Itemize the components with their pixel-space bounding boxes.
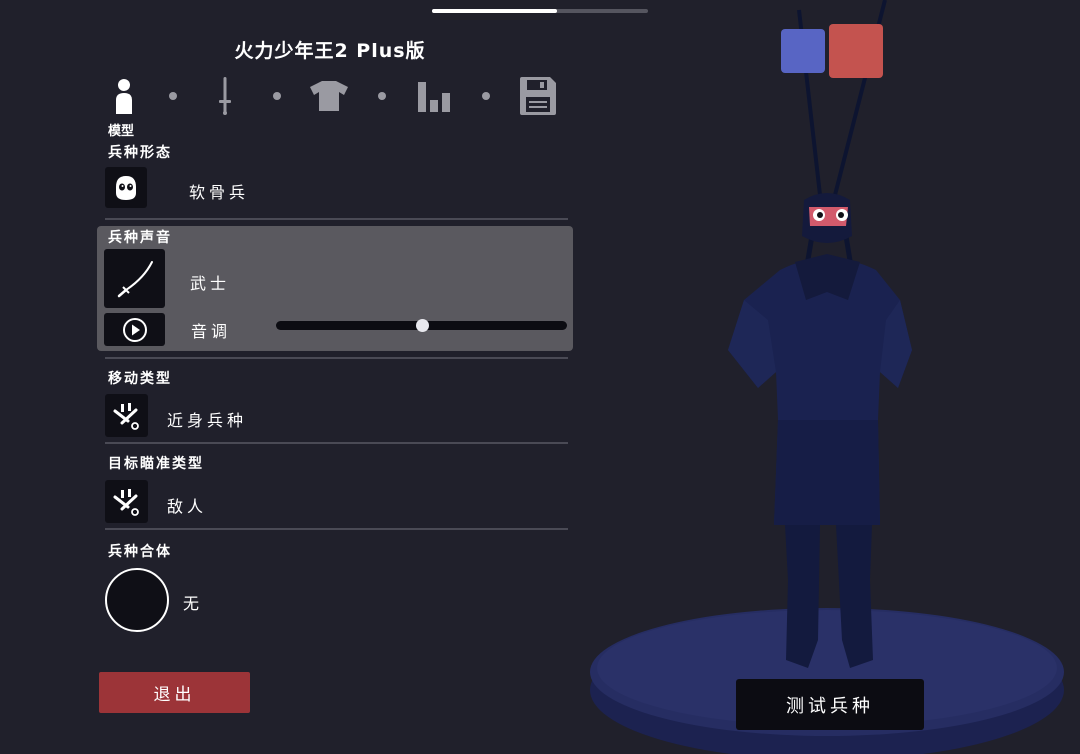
- bar-chart-icon: [418, 82, 450, 112]
- page-title: 火力少年王2 Plus版: [234, 40, 426, 62]
- tab-clothing[interactable]: [309, 76, 349, 116]
- tab-separator-dot: [378, 92, 386, 100]
- exit-button[interactable]: 退出: [99, 672, 250, 713]
- shirt-icon: [310, 81, 348, 111]
- sound-section-label: 兵种声音: [108, 230, 172, 246]
- tab-model[interactable]: [104, 76, 144, 116]
- form-select-button[interactable]: [105, 167, 147, 208]
- tab-stats[interactable]: [414, 76, 454, 116]
- floppy-disk-icon: [520, 77, 556, 115]
- pitch-slider[interactable]: [276, 319, 567, 332]
- tab-save[interactable]: [518, 76, 558, 116]
- targeting-section-label: 目标瞄准类型: [108, 456, 204, 472]
- melee-icon: [113, 402, 139, 430]
- melee-icon: [113, 488, 139, 516]
- pitch-slider-knob[interactable]: [415, 319, 429, 332]
- form-section-label: 兵种形态: [108, 145, 172, 161]
- top-progress-fill: [432, 9, 558, 13]
- tab-model-caption: 模型: [108, 124, 135, 139]
- targeting-value: 敌人: [167, 497, 208, 516]
- sound-value: 武士: [190, 274, 231, 293]
- movement-section-label: 移动类型: [108, 371, 172, 387]
- targeting-select-button[interactable]: [105, 480, 148, 523]
- tab-separator-dot: [169, 92, 177, 100]
- play-icon: [122, 317, 147, 342]
- section-divider: [105, 442, 568, 444]
- team-red-color-swatch[interactable]: [829, 24, 883, 78]
- section-divider: [105, 218, 568, 220]
- person-icon: [116, 79, 132, 114]
- play-sound-button[interactable]: [104, 313, 165, 346]
- form-value: 软骨兵: [189, 183, 250, 202]
- ghost-face-icon: [116, 175, 136, 200]
- fusion-section-label: 兵种合体: [108, 544, 172, 560]
- fusion-select-button[interactable]: [105, 568, 169, 632]
- tab-separator-dot: [482, 92, 490, 100]
- tab-bar: 模型: [104, 76, 564, 139]
- section-divider: [105, 357, 568, 359]
- test-unit-button[interactable]: 测试兵种: [736, 679, 924, 730]
- sword-icon: [219, 77, 231, 115]
- movement-select-button[interactable]: [105, 394, 148, 437]
- pitch-label: 音调: [191, 322, 232, 341]
- section-divider: [105, 528, 568, 530]
- movement-value: 近身兵种: [167, 411, 248, 430]
- tab-separator-dot: [273, 92, 281, 100]
- fusion-value: 无: [183, 594, 204, 613]
- katana-icon: [117, 260, 153, 297]
- sound-select-button[interactable]: [104, 249, 165, 308]
- unit-preview-illustration: [590, 0, 1064, 754]
- tab-weapon[interactable]: [205, 76, 245, 116]
- team-blue-color-swatch[interactable]: [781, 29, 825, 73]
- unit-preview-scene[interactable]: [580, 0, 1080, 754]
